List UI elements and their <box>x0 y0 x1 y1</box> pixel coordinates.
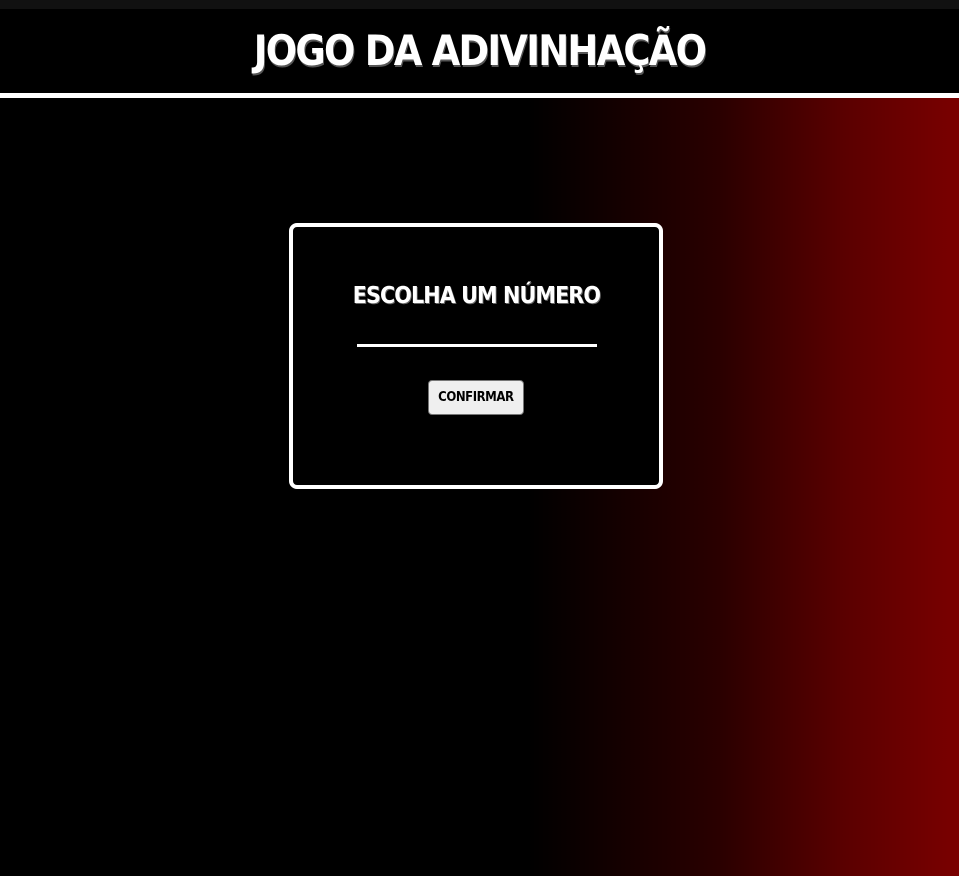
guess-card: ESCOLHA UM NÚMERO CONFIRMAR <box>289 223 663 489</box>
top-strip <box>0 0 959 9</box>
confirm-button[interactable]: CONFIRMAR <box>428 380 524 415</box>
card-title-text: ESCOLHA UM NÚMERO <box>352 283 600 309</box>
header-divider <box>0 93 959 98</box>
page-title: JOGO DA ADIVINHAÇÃO <box>253 26 707 75</box>
header: JOGO DA ADIVINHAÇÃO <box>0 9 959 93</box>
confirm-button-label: CONFIRMAR <box>438 390 514 405</box>
card-title: ESCOLHA UM NÚMERO <box>293 285 659 308</box>
number-input[interactable] <box>357 323 597 347</box>
